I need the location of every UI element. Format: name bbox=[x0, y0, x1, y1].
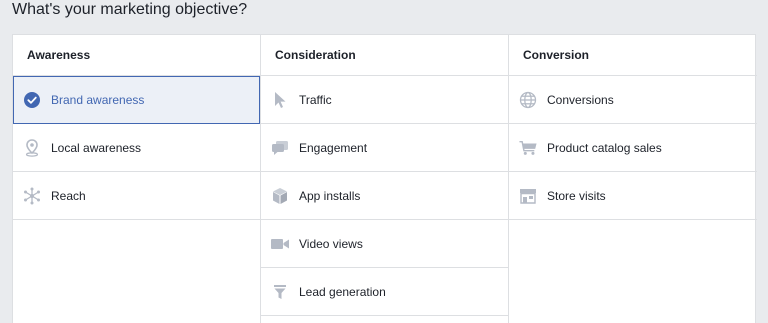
column-header-conversion: Conversion bbox=[509, 35, 757, 76]
objective-reach[interactable]: Reach bbox=[13, 172, 260, 220]
box-icon bbox=[271, 187, 289, 205]
checkmark-circle-icon bbox=[23, 91, 41, 109]
objective-store-visits[interactable]: Store visits bbox=[509, 172, 757, 220]
objective-label: Reach bbox=[51, 188, 86, 203]
objective-grid: Awareness Brand awareness Local awarenes… bbox=[12, 34, 757, 323]
storefront-icon bbox=[519, 187, 537, 205]
objective-label: Local awareness bbox=[51, 140, 142, 155]
objective-brand-awareness[interactable]: Brand awareness bbox=[13, 76, 260, 124]
objective-label: Lead generation bbox=[299, 284, 386, 299]
column-header-consideration: Consideration bbox=[261, 35, 508, 76]
page-title: What's your marketing objective? bbox=[12, 1, 248, 18]
map-pin-icon bbox=[23, 138, 41, 157]
cursor-icon bbox=[271, 91, 289, 109]
objective-label: Store visits bbox=[547, 188, 606, 203]
objective-label: Brand awareness bbox=[51, 92, 145, 107]
objective-label: Video views bbox=[299, 236, 363, 251]
objective-conversions[interactable]: Conversions bbox=[509, 76, 757, 124]
conversion-column: Conversion Conversions Product catalog s… bbox=[509, 35, 757, 323]
objective-traffic[interactable]: Traffic bbox=[261, 76, 508, 124]
objective-label: Traffic bbox=[299, 92, 332, 107]
funnel-icon bbox=[271, 283, 289, 301]
globe-icon bbox=[519, 91, 537, 109]
objective-label: Product catalog sales bbox=[547, 140, 662, 155]
objective-lead-generation[interactable]: Lead generation bbox=[261, 268, 508, 316]
objective-local-awareness[interactable]: Local awareness bbox=[13, 124, 260, 172]
shopping-cart-icon bbox=[519, 139, 537, 157]
awareness-column: Awareness Brand awareness Local awarenes… bbox=[13, 35, 261, 323]
objective-engagement[interactable]: Engagement bbox=[261, 124, 508, 172]
video-camera-icon bbox=[271, 235, 289, 253]
objective-label: Conversions bbox=[547, 92, 614, 107]
objective-label: App installs bbox=[299, 188, 361, 203]
consideration-column: Consideration Traffic Engagement App ins… bbox=[261, 35, 509, 323]
snowflake-reach-icon bbox=[23, 187, 41, 205]
objective-app-installs[interactable]: App installs bbox=[261, 172, 508, 220]
objective-video-views[interactable]: Video views bbox=[261, 220, 508, 268]
chat-bubbles-icon bbox=[271, 139, 289, 157]
objective-product-catalog-sales[interactable]: Product catalog sales bbox=[509, 124, 757, 172]
column-header-awareness: Awareness bbox=[13, 35, 260, 76]
objective-label: Engagement bbox=[299, 140, 368, 155]
